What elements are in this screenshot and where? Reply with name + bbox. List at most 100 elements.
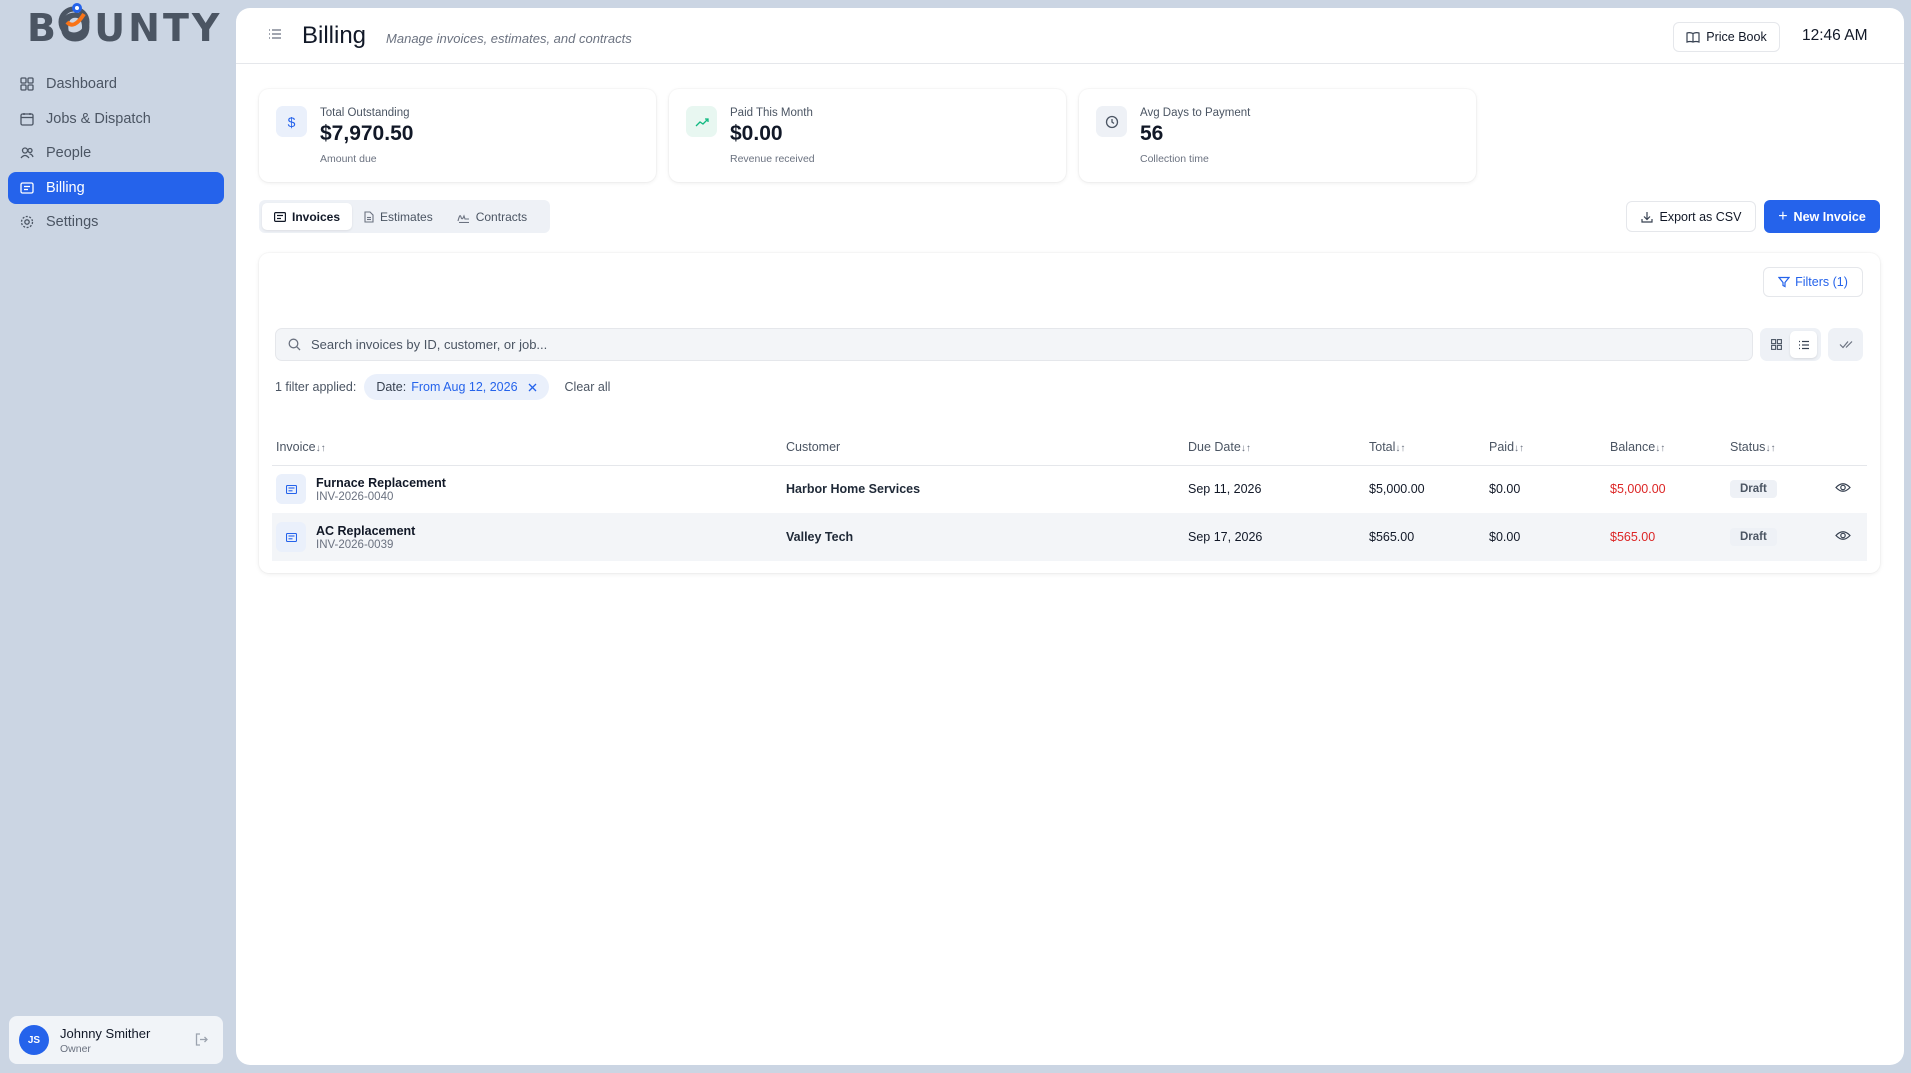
balance-cell: $565.00 bbox=[1606, 513, 1726, 561]
eye-icon[interactable] bbox=[1835, 530, 1851, 544]
list-view-button[interactable] bbox=[1790, 331, 1817, 358]
stat-card-total-outstanding: $ Total Outstanding $7,970.50 Amount due bbox=[259, 89, 656, 182]
book-icon bbox=[1686, 32, 1700, 43]
eye-icon[interactable] bbox=[1835, 482, 1851, 496]
grid-view-button[interactable] bbox=[1763, 331, 1790, 358]
status-badge: Draft bbox=[1730, 528, 1777, 546]
date-filter-chip[interactable]: Date: From Aug 12, 2026 bbox=[364, 374, 549, 400]
trend-up-icon bbox=[686, 106, 717, 137]
stats-row: $ Total Outstanding $7,970.50 Amount due… bbox=[259, 89, 1476, 182]
search-icon bbox=[288, 338, 301, 351]
users-icon bbox=[20, 146, 34, 160]
export-csv-button[interactable]: Export as CSV bbox=[1626, 201, 1756, 232]
logo-pin-o: O bbox=[58, 3, 94, 50]
sidebar-item-settings[interactable]: Settings bbox=[8, 206, 224, 238]
plus-icon: + bbox=[1778, 207, 1788, 225]
column-header-invoice[interactable]: Invoice↓↑ bbox=[272, 429, 782, 466]
table-header: Invoice↓↑ Customer Due Date↓↑ Total↓↑ Pa… bbox=[272, 429, 1867, 466]
stat-sub: Amount due bbox=[320, 153, 377, 165]
tab-label: Invoices bbox=[292, 209, 341, 224]
list-menu-icon[interactable] bbox=[268, 27, 282, 45]
user-role: Owner bbox=[60, 1042, 91, 1055]
column-header-paid[interactable]: Paid↓↑ bbox=[1485, 429, 1606, 466]
customer-cell: Harbor Home Services bbox=[786, 482, 921, 497]
filter-applied-label: 1 filter applied: bbox=[275, 380, 357, 394]
clock-icon bbox=[1096, 106, 1127, 137]
invoice-icon bbox=[274, 211, 286, 222]
status-badge: Draft bbox=[1730, 480, 1777, 499]
calendar-icon bbox=[20, 112, 34, 126]
column-header-customer: Customer bbox=[782, 429, 1184, 466]
invoices-table: Invoice↓↑ Customer Due Date↓↑ Total↓↑ Pa… bbox=[272, 429, 1867, 561]
clear-all-link[interactable]: Clear all bbox=[565, 380, 611, 394]
column-header-due-date[interactable]: Due Date↓↑ bbox=[1184, 429, 1365, 466]
download-icon bbox=[1640, 211, 1653, 223]
double-check-icon bbox=[1839, 341, 1852, 349]
invoice-id: INV-2026-0039 bbox=[316, 538, 394, 551]
billing-tabs: Invoices Estimates Contracts bbox=[259, 200, 550, 233]
price-book-button[interactable]: Price Book bbox=[1673, 22, 1780, 52]
document-icon bbox=[364, 210, 374, 223]
new-invoice-button[interactable]: + New Invoice bbox=[1764, 200, 1880, 233]
select-mode-button[interactable] bbox=[1828, 328, 1863, 361]
search-bar bbox=[275, 328, 1753, 361]
price-book-label: Price Book bbox=[1706, 30, 1767, 44]
sidebar-item-people[interactable]: People bbox=[8, 137, 224, 169]
column-header-total[interactable]: Total↓↑ bbox=[1365, 429, 1485, 466]
user-card[interactable]: JS Johnny Smither Owner bbox=[9, 1016, 223, 1064]
export-label: Export as CSV bbox=[1659, 209, 1742, 224]
filters-button[interactable]: Filters (1) bbox=[1763, 267, 1863, 297]
chip-key: Date: bbox=[376, 380, 407, 394]
stat-card-avg-days: Avg Days to Payment 56 Collection time bbox=[1079, 89, 1476, 182]
topbar: Billing Manage invoices, estimates, and … bbox=[236, 8, 1904, 64]
sidebar: BO UNTY Dashboard Jobs & Dispatch People … bbox=[0, 0, 236, 1073]
total-cell: $565.00 bbox=[1365, 513, 1485, 561]
invoice-name: AC Replacement bbox=[316, 523, 416, 538]
sidebar-item-billing[interactable]: Billing bbox=[8, 171, 224, 204]
user-info: Johnny Smither Owner bbox=[60, 1026, 150, 1055]
column-header-balance[interactable]: Balance↓↑ bbox=[1606, 429, 1726, 466]
tab-contracts[interactable]: Contracts bbox=[445, 203, 539, 230]
tab-label: Estimates bbox=[380, 209, 433, 224]
stat-sub: Collection time bbox=[1140, 153, 1209, 165]
grid-icon bbox=[20, 77, 34, 91]
column-header-status[interactable]: Status↓↑ bbox=[1726, 429, 1831, 466]
main-content: Billing Manage invoices, estimates, and … bbox=[236, 8, 1904, 1065]
logo[interactable]: BO UNTY bbox=[27, 3, 222, 50]
tab-estimates[interactable]: Estimates bbox=[352, 203, 445, 230]
table-row[interactable]: Furnace Replacement INV-2026-0040 Harbor … bbox=[272, 465, 1867, 513]
stat-sub: Revenue received bbox=[730, 153, 815, 165]
invoice-icon bbox=[276, 474, 306, 505]
tab-invoices[interactable]: Invoices bbox=[262, 203, 353, 230]
total-cell: $5,000.00 bbox=[1369, 482, 1425, 497]
invoices-panel: Filters (1) 1 filter applied: Date: From… bbox=[259, 253, 1880, 573]
sidebar-item-jobs-dispatch[interactable]: Jobs & Dispatch bbox=[8, 103, 224, 135]
due-date-cell: Sep 11, 2026 bbox=[1188, 482, 1262, 497]
sidebar-item-label: People bbox=[46, 145, 92, 161]
stat-value: 56 bbox=[1140, 122, 1164, 145]
customer-cell: Valley Tech bbox=[782, 513, 1184, 561]
filters-label: Filters (1) bbox=[1795, 275, 1848, 289]
clock: 12:46 AM bbox=[1802, 27, 1868, 44]
search-input[interactable] bbox=[311, 337, 1711, 352]
paid-cell: $0.00 bbox=[1489, 482, 1521, 497]
page-subtitle: Manage invoices, estimates, and contract… bbox=[386, 31, 632, 46]
paid-cell: $0.00 bbox=[1485, 513, 1606, 561]
close-icon[interactable] bbox=[528, 383, 537, 392]
sidebar-item-label: Billing bbox=[46, 179, 85, 196]
page-title: Billing bbox=[302, 21, 367, 49]
signature-icon bbox=[457, 213, 469, 223]
avatar: JS bbox=[19, 1025, 49, 1055]
stat-card-paid-this-month: Paid This Month $0.00 Revenue received bbox=[669, 89, 1066, 182]
due-date-cell: Sep 17, 2026 bbox=[1184, 513, 1365, 561]
applied-filters: 1 filter applied: Date: From Aug 12, 202… bbox=[275, 374, 610, 400]
new-invoice-label: New Invoice bbox=[1793, 209, 1866, 224]
table-row[interactable]: AC Replacement INV-2026-0039 Valley Tech … bbox=[272, 513, 1867, 561]
stat-label: Total Outstanding bbox=[320, 107, 410, 119]
receipt-icon bbox=[20, 181, 34, 195]
stat-value: $7,970.50 bbox=[320, 122, 414, 145]
logout-icon[interactable] bbox=[194, 1032, 209, 1052]
sidebar-nav: Dashboard Jobs & Dispatch People Billing… bbox=[8, 68, 224, 241]
column-header-actions bbox=[1831, 429, 1867, 466]
sidebar-item-dashboard[interactable]: Dashboard bbox=[8, 68, 224, 100]
